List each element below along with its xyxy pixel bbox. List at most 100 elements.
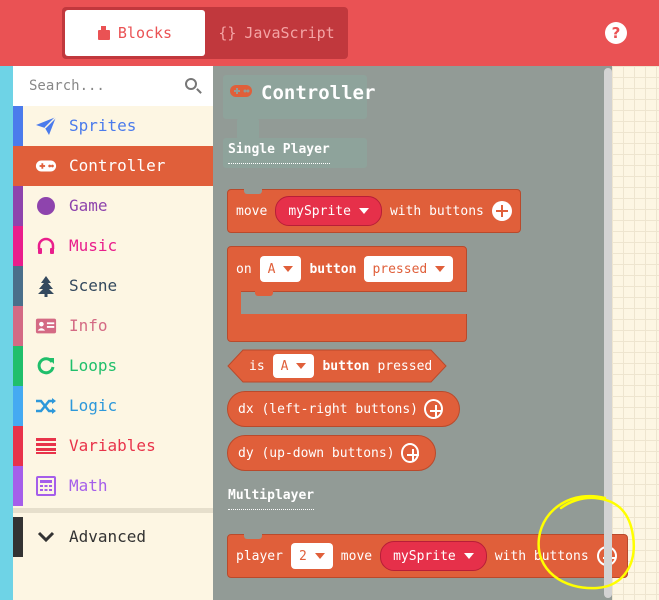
block-text: is bbox=[249, 358, 265, 374]
dx-reporter-block[interactable]: dx (left-right buttons) bbox=[227, 391, 460, 427]
button-dropdown[interactable]: A bbox=[272, 354, 315, 378]
category-color-bar bbox=[13, 266, 23, 306]
category-music[interactable]: Music bbox=[13, 226, 213, 266]
block-row: move mySprite with buttons bbox=[228, 190, 520, 232]
caret-down-icon bbox=[358, 208, 369, 214]
event-dropdown[interactable]: pressed bbox=[364, 256, 454, 282]
category-controller[interactable]: Controller bbox=[13, 146, 213, 186]
button-dropdown[interactable]: A bbox=[259, 256, 302, 282]
dy-reporter-block[interactable]: dy (up-down buttons) bbox=[227, 435, 436, 471]
category-scene[interactable]: Scene bbox=[13, 266, 213, 306]
plus-circle-icon[interactable] bbox=[491, 201, 512, 221]
category-label: Logic bbox=[69, 396, 118, 415]
category-color-bar bbox=[13, 186, 23, 226]
caret-down-icon bbox=[283, 266, 294, 272]
section-label-single-player: Single Player bbox=[228, 142, 330, 164]
category-label: Variables bbox=[69, 436, 156, 455]
refresh-icon bbox=[35, 356, 57, 376]
block-text: dy (up-down buttons) bbox=[238, 445, 395, 461]
category-label: Scene bbox=[69, 276, 118, 295]
category-label: Math bbox=[69, 476, 108, 495]
section-underline bbox=[228, 163, 330, 164]
tree-icon bbox=[35, 276, 57, 297]
c-block-footer bbox=[227, 314, 467, 342]
category-color-bar bbox=[13, 106, 23, 146]
flyout-title-text: Controller bbox=[261, 82, 376, 104]
category-color-bar bbox=[13, 386, 23, 426]
circle-icon bbox=[35, 196, 57, 216]
block-row: is A button pressed bbox=[249, 349, 440, 383]
block-row: on A button pressed bbox=[236, 247, 454, 291]
chevron-down-icon bbox=[35, 527, 57, 547]
player-move-sprite-block[interactable]: player 2 move mySprite with buttons bbox=[227, 534, 628, 578]
section-label-multiplayer: Multiplayer bbox=[228, 488, 315, 510]
block-text: button bbox=[309, 261, 357, 277]
dropdown-value: A bbox=[267, 261, 276, 277]
flyout-scrollbar[interactable] bbox=[604, 68, 612, 598]
is-button-pressed-block[interactable]: is A button pressed bbox=[227, 349, 447, 383]
search-box bbox=[13, 66, 213, 106]
ghost-block bbox=[237, 118, 259, 140]
gamepad-icon bbox=[35, 156, 57, 176]
workspace-canvas[interactable] bbox=[612, 66, 659, 600]
category-color-bar bbox=[13, 306, 23, 346]
calculator-icon bbox=[35, 476, 57, 496]
dropdown-value: mySprite bbox=[288, 203, 351, 219]
category-variables[interactable]: Variables bbox=[13, 426, 213, 466]
caret-down-icon bbox=[435, 266, 446, 272]
dropdown-value: mySprite bbox=[393, 548, 456, 564]
block-text: with buttons bbox=[494, 548, 589, 564]
search-input[interactable] bbox=[29, 74, 169, 98]
category-info[interactable]: Info bbox=[13, 306, 213, 346]
headphones-icon bbox=[35, 236, 57, 256]
dropdown-value: 2 bbox=[298, 548, 307, 564]
toolbox: Sprites Controller Game Music Scene bbox=[13, 66, 213, 600]
toolbox-divider bbox=[13, 508, 213, 513]
section-underline bbox=[228, 509, 315, 510]
move-sprite-block[interactable]: move mySprite with buttons bbox=[227, 189, 521, 233]
category-color-bar bbox=[13, 517, 23, 557]
tab-javascript[interactable]: {} JavaScript bbox=[208, 10, 345, 56]
block-text: with buttons bbox=[389, 203, 484, 219]
category-label: Advanced bbox=[69, 527, 147, 546]
category-logic[interactable]: Logic bbox=[13, 386, 213, 426]
section-label-text: Single Player bbox=[228, 142, 330, 157]
block-text: dx (left-right buttons) bbox=[238, 401, 419, 417]
block-text: player bbox=[236, 548, 283, 564]
dropdown-value: pressed bbox=[372, 261, 428, 277]
section-label-text: Multiplayer bbox=[228, 488, 315, 503]
help-icon[interactable]: ? bbox=[605, 22, 627, 44]
plus-circle-icon[interactable] bbox=[400, 443, 419, 463]
category-color-bar bbox=[13, 346, 23, 386]
simulator-edge bbox=[0, 66, 13, 600]
category-loops[interactable]: Loops bbox=[13, 346, 213, 386]
top-bar: Blocks {} JavaScript ? bbox=[0, 0, 659, 66]
paper-plane-icon bbox=[35, 116, 57, 136]
player-number-dropdown[interactable]: 2 bbox=[290, 543, 333, 569]
category-label: Info bbox=[69, 316, 108, 335]
category-game[interactable]: Game bbox=[13, 186, 213, 226]
block-text: button bbox=[322, 358, 370, 374]
category-sprites[interactable]: Sprites bbox=[13, 106, 213, 146]
block-text: move bbox=[236, 203, 268, 219]
puzzle-icon bbox=[97, 26, 110, 40]
on-button-event-block[interactable]: on A button pressed bbox=[227, 246, 467, 342]
sprite-dropdown[interactable]: mySprite bbox=[275, 196, 382, 226]
c-block-header: on A button pressed bbox=[227, 246, 467, 292]
category-math[interactable]: Math bbox=[13, 466, 213, 506]
sprite-dropdown[interactable]: mySprite bbox=[380, 541, 487, 571]
flyout-title: Controller bbox=[229, 82, 375, 104]
plus-circle-icon[interactable] bbox=[424, 399, 443, 419]
category-advanced[interactable]: Advanced bbox=[13, 517, 213, 557]
tab-blocks-label: Blocks bbox=[117, 24, 173, 42]
category-color-bar bbox=[13, 426, 23, 466]
category-label: Loops bbox=[69, 356, 118, 375]
block-text: on bbox=[236, 261, 252, 277]
gamepad-icon bbox=[229, 82, 253, 104]
tab-blocks[interactable]: Blocks bbox=[65, 10, 205, 56]
category-label: Sprites bbox=[69, 116, 137, 135]
search-icon[interactable] bbox=[185, 78, 197, 90]
caret-down-icon bbox=[463, 553, 474, 559]
caret-down-icon bbox=[296, 363, 307, 369]
list-icon bbox=[35, 436, 57, 456]
